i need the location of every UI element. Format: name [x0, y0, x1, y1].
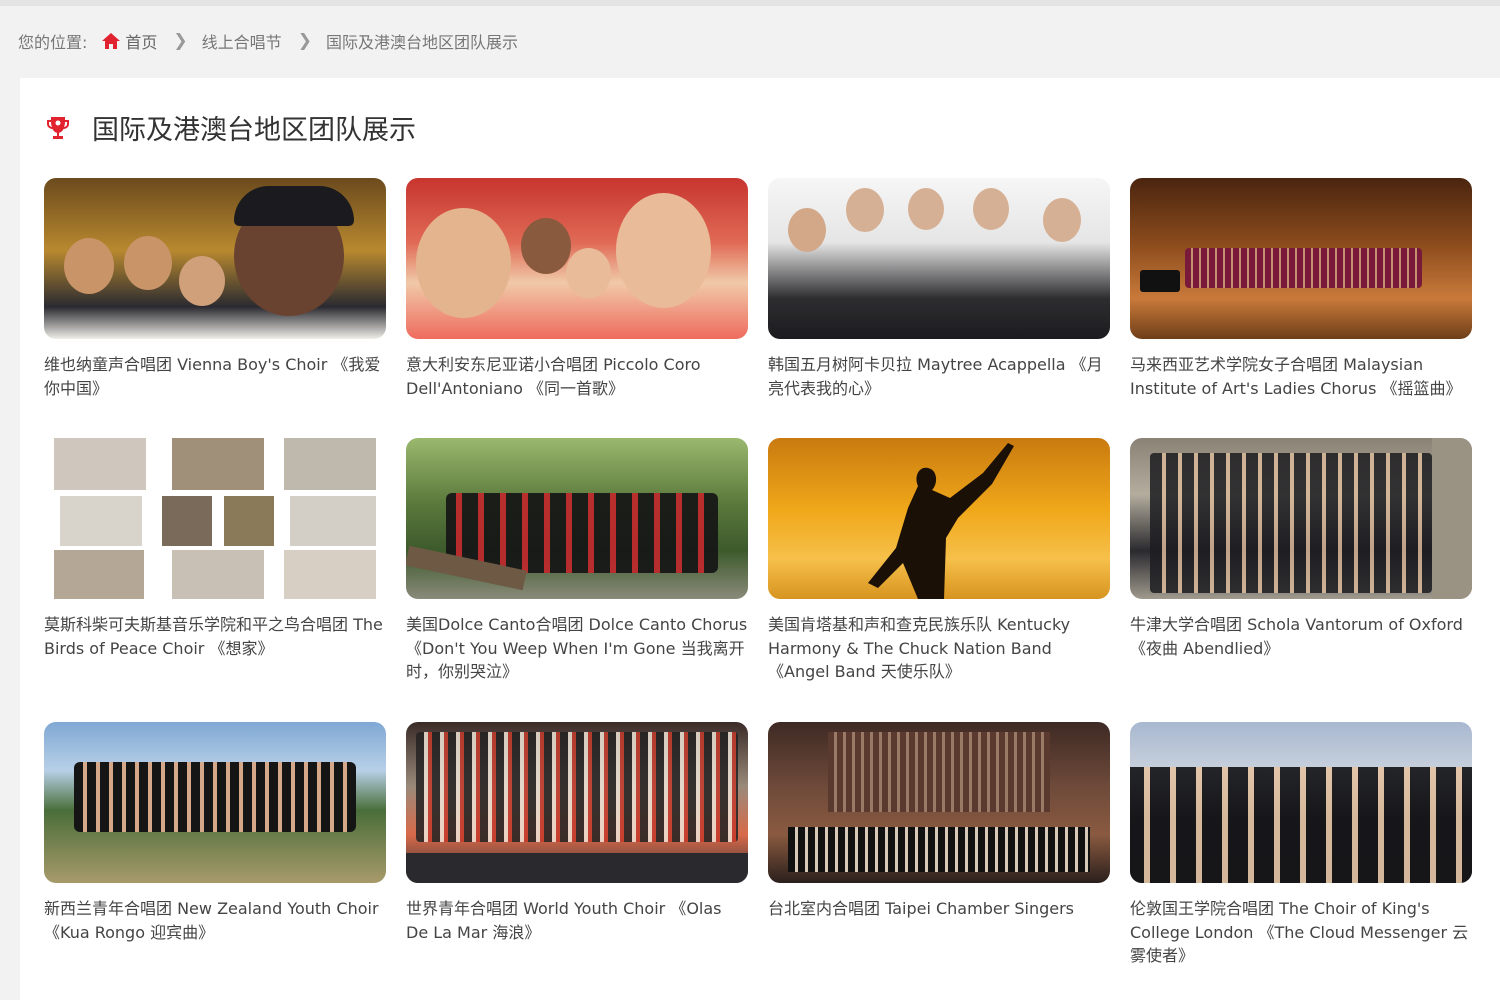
video-tile: [54, 550, 144, 599]
choir-card[interactable]: 世界青年合唱团 World Youth Choir 《Olas De La Ma…: [406, 722, 748, 982]
choir-card[interactable]: 台北室内合唱团 Taipei Chamber Singers: [768, 722, 1110, 982]
video-tile: [172, 550, 264, 599]
figure: [566, 248, 611, 298]
choir-thumbnail[interactable]: [1130, 438, 1472, 599]
choir-figures: [1185, 248, 1422, 288]
figure: [846, 188, 884, 232]
choir-thumbnail[interactable]: [768, 722, 1110, 883]
choir-caption: 维也纳童声合唱团 Vienna Boy's Choir 《我爱你中国》: [44, 355, 381, 398]
choir-thumbnail[interactable]: [1130, 178, 1472, 339]
choir-card[interactable]: 马来西亚艺术学院女子合唱团 Malaysian Institute of Art…: [1130, 178, 1472, 438]
figure: [416, 208, 511, 318]
choir-figures: [1130, 767, 1472, 883]
choir-caption: 意大利安东尼亚诺小合唱团 Piccolo Coro Dell'Antoniano…: [406, 355, 701, 398]
home-icon: [102, 33, 121, 49]
building-wall: [1432, 438, 1472, 599]
breadcrumb-prefix: 您的位置:: [18, 33, 88, 52]
breadcrumb-home-label: 首页: [125, 33, 158, 52]
choir-card[interactable]: 莫斯科柴可夫斯基音乐学院和平之鸟合唱团 The Birds of Peace C…: [44, 438, 386, 722]
choir-caption: 韩国五月树阿卡贝拉 Maytree Acappella 《月亮代表我的心》: [768, 355, 1103, 398]
piano: [1140, 270, 1180, 292]
choir-thumbnail[interactable]: [44, 178, 386, 339]
video-tile: [224, 496, 274, 546]
stage: [406, 853, 748, 883]
figure: [521, 218, 571, 274]
choir-figures: [788, 827, 1090, 872]
choir-caption: 美国肯塔基和声和查克民族乐队 Kentucky Harmony & The Ch…: [768, 615, 1071, 681]
choir-caption: 牛津大学合唱团 Schola Vantorum of Oxford 《夜曲 Ab…: [1130, 615, 1463, 658]
choir-card[interactable]: 牛津大学合唱团 Schola Vantorum of Oxford 《夜曲 Ab…: [1130, 438, 1472, 722]
choir-caption: 莫斯科柴可夫斯基音乐学院和平之鸟合唱团 The Birds of Peace C…: [44, 615, 383, 658]
breadcrumb-current: 国际及港澳台地区团队展示: [325, 33, 518, 52]
choir-caption: 新西兰青年合唱团 New Zealand Youth Choir 《Kua Ro…: [44, 899, 379, 942]
section-title: 国际及港澳台地区团队展示: [92, 115, 416, 146]
choir-thumbnail[interactable]: [406, 438, 748, 599]
choir-thumbnail[interactable]: [1130, 722, 1472, 883]
choir-card[interactable]: 意大利安东尼亚诺小合唱团 Piccolo Coro Dell'Antoniano…: [406, 178, 748, 438]
choir-thumbnail[interactable]: [44, 722, 386, 883]
trophy-icon: [47, 116, 69, 139]
figure: [616, 193, 711, 308]
chevron-right-icon: ❯: [297, 31, 312, 51]
video-tile: [60, 496, 142, 546]
video-tile: [290, 496, 376, 546]
choir-card[interactable]: 美国肯塔基和声和查克民族乐队 Kentucky Harmony & The Ch…: [768, 438, 1110, 722]
figure: [973, 188, 1009, 230]
figure: [179, 256, 225, 306]
choir-card[interactable]: 美国Dolce Canto合唱团 Dolce Canto Chorus 《Don…: [406, 438, 748, 722]
choir-figures: [74, 762, 356, 832]
figure: [124, 236, 172, 290]
breadcrumb-level1-link[interactable]: 线上合唱节: [202, 29, 282, 53]
choir-card[interactable]: 维也纳童声合唱团 Vienna Boy's Choir 《我爱你中国》: [44, 178, 386, 438]
choir-grid: 维也纳童声合唱团 Vienna Boy's Choir 《我爱你中国》 意大利安…: [44, 178, 1472, 982]
figure: [1043, 198, 1081, 242]
chevron-right-icon: ❯: [173, 31, 188, 51]
choir-thumbnail[interactable]: [768, 438, 1110, 599]
choir-caption: 世界青年合唱团 World Youth Choir 《Olas De La Ma…: [406, 899, 722, 942]
choir-caption: 台北室内合唱团 Taipei Chamber Singers: [768, 899, 1075, 918]
choir-figures: [1150, 453, 1432, 593]
choir-caption: 伦敦国王学院合唱团 The Choir of King's College Lo…: [1130, 899, 1469, 965]
video-tile: [284, 550, 376, 599]
section-header: 国际及港澳台地区团队展示: [44, 108, 416, 147]
choir-figures: [416, 732, 738, 842]
video-tile: [172, 438, 264, 490]
choir-thumbnail[interactable]: [406, 178, 748, 339]
silhouette: [868, 443, 1014, 599]
video-tile: [284, 438, 376, 490]
choir-card[interactable]: 伦敦国王学院合唱团 The Choir of King's College Lo…: [1130, 722, 1472, 982]
choir-figures: [446, 493, 718, 573]
figure: [234, 186, 354, 226]
choir-thumbnail[interactable]: [406, 722, 748, 883]
figure: [908, 188, 944, 230]
content-panel: 国际及港澳台地区团队展示 维也纳童声合唱团 Vienna Boy's Choir…: [20, 78, 1500, 1000]
choir-thumbnail[interactable]: [768, 178, 1110, 339]
figure: [64, 238, 114, 294]
video-tile: [54, 438, 146, 490]
figure: [788, 208, 826, 252]
organ-pipes: [828, 732, 1050, 812]
breadcrumb-home-link[interactable]: 首页: [101, 29, 157, 53]
choir-caption: 美国Dolce Canto合唱团 Dolce Canto Chorus 《Don…: [406, 615, 748, 681]
choir-card[interactable]: 新西兰青年合唱团 New Zealand Youth Choir 《Kua Ro…: [44, 722, 386, 982]
choir-thumbnail[interactable]: [44, 438, 386, 599]
breadcrumb: 您的位置: 首页 ❯ 线上合唱节 ❯ 国际及港澳台地区团队展示: [0, 6, 1500, 76]
choir-caption: 马来西亚艺术学院女子合唱团 Malaysian Institute of Art…: [1130, 355, 1462, 398]
video-tile: [162, 496, 212, 546]
choir-card[interactable]: 韩国五月树阿卡贝拉 Maytree Acappella 《月亮代表我的心》: [768, 178, 1110, 438]
